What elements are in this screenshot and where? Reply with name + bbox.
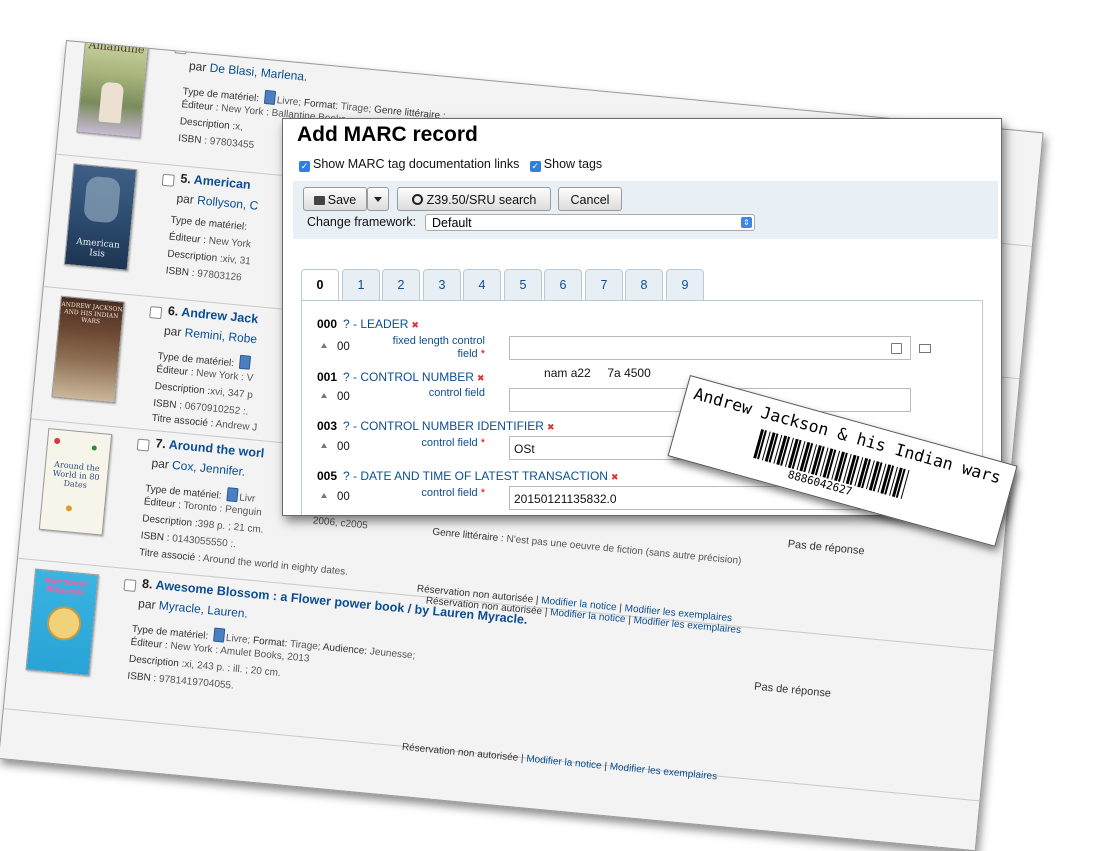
cover-title: ANDREW JACKSON AND HIS INDIAN WARS xyxy=(61,300,123,326)
record-isbn: ISBN : 97803455 xyxy=(177,133,255,152)
book-icon xyxy=(263,89,276,105)
tab-9[interactable]: 9 xyxy=(666,269,704,300)
author-link[interactable]: Remini, Robe xyxy=(184,325,258,346)
cancel-button[interactable]: Cancel xyxy=(558,187,622,211)
select-checkbox[interactable] xyxy=(161,173,175,187)
book-cover-awesome-blossom[interactable]: Awesome Blossom xyxy=(25,568,99,677)
marc-options: ✓ Show MARC tag documentation links ✓ Show… xyxy=(299,157,602,172)
tab-2[interactable]: 2 xyxy=(382,269,420,300)
record-author: par Cox, Jennifer. xyxy=(150,455,246,479)
author-link[interactable]: Myracle, Lauren. xyxy=(158,598,248,620)
record-author: par De Blasi, Marlena. xyxy=(188,58,308,84)
record-author: par Rollyson, C xyxy=(175,191,259,213)
book-cover-american-isis[interactable]: American Isis xyxy=(63,163,138,271)
author-link[interactable]: De Blasi, Marlena. xyxy=(209,61,308,84)
author-link[interactable]: Rollyson, C xyxy=(197,193,259,213)
tab-7[interactable]: 7 xyxy=(585,269,623,300)
tag-doc-link[interactable]: ? - LEADER xyxy=(343,317,408,331)
delete-tag-icon[interactable]: ✖ xyxy=(477,374,489,383)
delete-tag-icon[interactable]: ✖ xyxy=(611,473,623,482)
tab-4[interactable]: 4 xyxy=(463,269,501,300)
record-author: par Myracle, Lauren. xyxy=(137,596,249,621)
move-up-icon[interactable] xyxy=(321,493,327,498)
modifier-notice-link[interactable]: Modifier la notice xyxy=(526,754,602,772)
marc-tag-005: 005? - DATE AND TIME OF LATEST TRANSACTI… xyxy=(317,469,623,483)
tab-6[interactable]: 6 xyxy=(544,269,582,300)
record-author: par Remini, Robe xyxy=(163,323,258,347)
select-checkbox[interactable] xyxy=(123,578,137,592)
delete-tag-icon[interactable]: ✖ xyxy=(547,423,559,432)
show-doc-links-checkbox[interactable]: ✓ xyxy=(299,161,310,172)
book-icon xyxy=(238,354,251,370)
tab-0[interactable]: 0 xyxy=(301,269,339,301)
cover-title: Amandine xyxy=(87,40,146,57)
book-cover-around-the-world[interactable]: Around the World in 80 Dates xyxy=(38,428,113,536)
show-tags-label: Show tags xyxy=(543,157,603,171)
move-up-icon[interactable] xyxy=(321,443,327,448)
book-icon xyxy=(225,487,239,503)
book-icon xyxy=(212,627,225,643)
tag-doc-link[interactable]: ? - CONTROL NUMBER xyxy=(343,370,474,384)
record-date: 2006, c2005 xyxy=(312,515,369,532)
show-tags-checkbox[interactable]: ✓ xyxy=(529,161,541,172)
page-title: Add MARC record xyxy=(297,123,478,146)
subfield-label: control field xyxy=(428,387,485,399)
cover-title: Awesome Blossom xyxy=(44,575,88,598)
edit-icon[interactable] xyxy=(919,344,931,353)
caret-down-icon xyxy=(374,197,382,202)
tab-8[interactable]: 8 xyxy=(625,269,663,300)
save-dropdown-button[interactable] xyxy=(367,187,389,211)
record-editeur: Éditeur : New York xyxy=(168,231,252,251)
record-description: Description :x, xyxy=(179,116,244,134)
subfield-label: control field * xyxy=(421,487,485,499)
search-icon xyxy=(411,194,423,205)
record-actions: Réservation non autorisée | Modifier la … xyxy=(401,741,718,783)
select-arrows-icon: ⇕ xyxy=(741,217,752,228)
modifier-exemplaires-link[interactable]: Modifier les exemplaires xyxy=(609,761,717,782)
marc-tag-001: 001? - CONTROL NUMBER ✖ xyxy=(317,370,489,384)
plugin-icon[interactable] xyxy=(891,343,902,354)
tab-5[interactable]: 5 xyxy=(504,269,542,300)
record-type: Type de matériel: xyxy=(169,214,248,233)
save-button[interactable]: Save xyxy=(303,187,367,211)
record-description: Description :xiv, 31 xyxy=(166,248,252,268)
move-up-icon[interactable] xyxy=(321,343,327,348)
select-checkbox[interactable] xyxy=(136,438,150,452)
save-icon xyxy=(313,196,325,205)
tag-doc-link[interactable]: ? - CONTROL NUMBER IDENTIFIER xyxy=(343,419,544,433)
book-cover-andrew-jackson[interactable]: ANDREW JACKSON AND HIS INDIAN WARS xyxy=(51,295,125,404)
record-description: Description :xvi, 347 p xyxy=(154,380,254,402)
cover-title: American Isis xyxy=(75,236,121,260)
record-isbn: ISBN : 9781419704055. xyxy=(126,670,235,692)
select-checkbox[interactable] xyxy=(149,306,163,320)
record-title[interactable]: 6. Andrew Jack xyxy=(167,304,258,326)
tag-doc-link[interactable]: ? - DATE AND TIME OF LATEST TRANSACTION xyxy=(343,469,608,483)
cover-title: Around the World in 80 Dates xyxy=(52,459,100,490)
z3950-search-button[interactable]: Z39.50/SRU search xyxy=(397,187,551,211)
change-framework-label: Change framework: xyxy=(307,215,417,229)
tab-3[interactable]: 3 xyxy=(423,269,461,300)
record-title[interactable]: 5. American xyxy=(180,171,251,192)
framework-select[interactable]: Default ⇕ xyxy=(425,214,755,231)
show-doc-links-label: Show MARC tag documentation links xyxy=(313,157,520,171)
subfield-label: control field * xyxy=(421,437,485,449)
marc-tag-000: 000? - LEADER ✖ xyxy=(317,317,423,331)
book-cover-amandine[interactable]: Amandine xyxy=(76,40,150,139)
move-up-icon[interactable] xyxy=(321,393,327,398)
record-isbn: ISBN : 97803126 xyxy=(165,265,243,284)
availability-status: Pas de réponse xyxy=(787,538,866,558)
subfield-label: fixed length control field * xyxy=(392,335,485,360)
tab-1[interactable]: 1 xyxy=(342,269,380,300)
availability-status: Pas de réponse xyxy=(753,680,832,700)
author-link[interactable]: Cox, Jennifer. xyxy=(172,458,246,479)
leader-input[interactable]: nam a22 7a 4500 xyxy=(509,336,911,380)
delete-tag-icon[interactable]: ✖ xyxy=(411,321,423,330)
toolbar: Save Z39.50/SRU search Cancel Change fra… xyxy=(293,181,998,239)
record-genre: Genre littéraire : N'est pas une oeuvre … xyxy=(431,526,742,567)
marc-tag-003: 003? - CONTROL NUMBER IDENTIFIER ✖ xyxy=(317,419,559,433)
select-checkbox[interactable] xyxy=(174,41,188,55)
record-isbn: ISBN : 0143055550 :. xyxy=(140,530,237,551)
